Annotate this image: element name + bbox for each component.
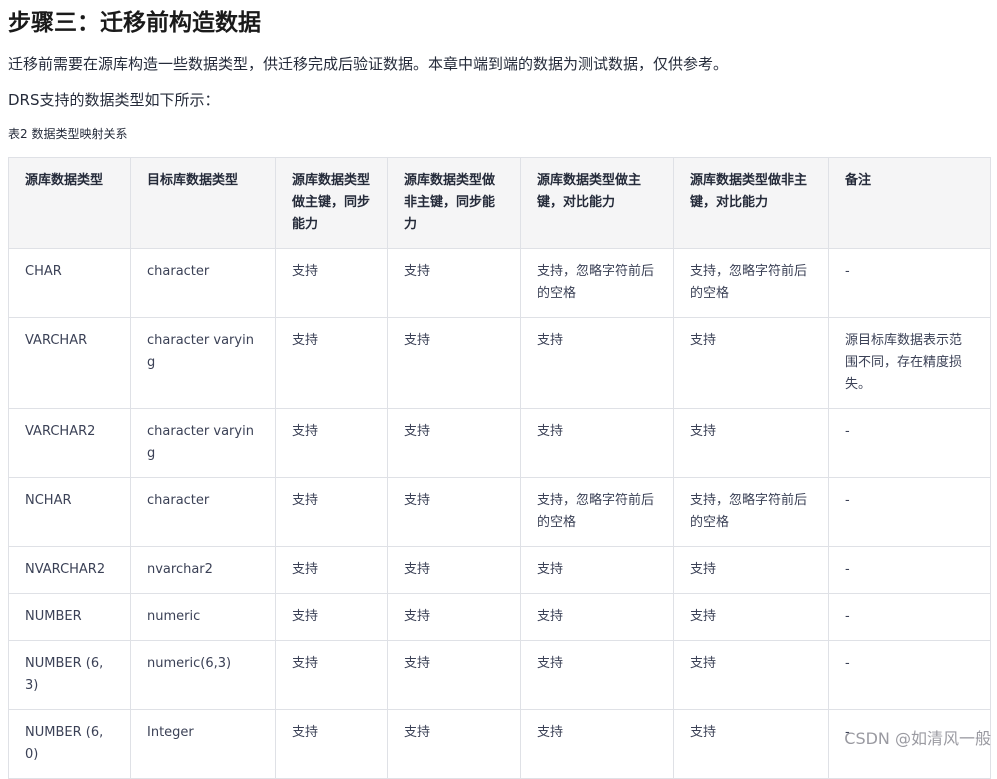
cell-pk-sync: 支持 bbox=[275, 408, 388, 478]
cell-nonpk-compare: 支持，忽略字符前后的空格 bbox=[673, 248, 829, 318]
cell-pk-compare: 支持 bbox=[520, 640, 674, 710]
table-row: CHAR character 支持 支持 支持，忽略字符前后的空格 支持，忽略字… bbox=[8, 248, 991, 318]
table-row: NCHAR character 支持 支持 支持，忽略字符前后的空格 支持，忽略… bbox=[8, 477, 991, 547]
header-source-type: 源库数据类型 bbox=[8, 157, 131, 249]
cell-remarks: - bbox=[828, 546, 991, 594]
cell-target-type: character bbox=[130, 248, 276, 318]
cell-nonpk-compare: 支持 bbox=[673, 546, 829, 594]
table-row: VARCHAR2 character varying 支持 支持 支持 支持 - bbox=[8, 408, 991, 478]
cell-source-type: NCHAR bbox=[8, 477, 131, 547]
header-nonpk-sync: 源库数据类型做非主键，同步能力 bbox=[387, 157, 521, 249]
cell-pk-compare: 支持 bbox=[520, 593, 674, 641]
header-remarks: 备注 bbox=[828, 157, 991, 249]
cell-nonpk-compare: 支持 bbox=[673, 408, 829, 478]
table-row: NUMBER (6,0) Integer 支持 支持 支持 支持 - bbox=[8, 709, 991, 779]
cell-target-type: numeric(6,3) bbox=[130, 640, 276, 710]
table-row: VARCHAR character varying 支持 支持 支持 支持 源目… bbox=[8, 317, 991, 409]
cell-target-type: character varying bbox=[130, 408, 276, 478]
cell-nonpk-compare: 支持 bbox=[673, 317, 829, 409]
cell-nonpk-sync: 支持 bbox=[387, 317, 521, 409]
cell-remarks: 源目标库数据表示范围不同，存在精度损失。 bbox=[828, 317, 991, 409]
table-row: NVARCHAR2 nvarchar2 支持 支持 支持 支持 - bbox=[8, 546, 991, 594]
table-header-row: 源库数据类型 目标库数据类型 源库数据类型做主键，同步能力 源库数据类型做非主键… bbox=[8, 157, 991, 249]
cell-nonpk-compare: 支持 bbox=[673, 593, 829, 641]
table-row: NUMBER numeric 支持 支持 支持 支持 - bbox=[8, 593, 991, 641]
cell-nonpk-compare: 支持，忽略字符前后的空格 bbox=[673, 477, 829, 547]
cell-source-type: VARCHAR bbox=[8, 317, 131, 409]
cell-nonpk-sync: 支持 bbox=[387, 709, 521, 779]
cell-nonpk-compare: 支持 bbox=[673, 640, 829, 710]
cell-nonpk-sync: 支持 bbox=[387, 593, 521, 641]
table-caption: 表2 数据类型映射关系 bbox=[8, 127, 128, 141]
page-title: 步骤三：迁移前构造数据 bbox=[8, 10, 261, 36]
cell-pk-compare: 支持 bbox=[520, 546, 674, 594]
cell-target-type: character varying bbox=[130, 317, 276, 409]
cell-pk-sync: 支持 bbox=[275, 709, 388, 779]
cell-nonpk-compare: 支持 bbox=[673, 709, 829, 779]
cell-target-type: nvarchar2 bbox=[130, 546, 276, 594]
header-pk-compare: 源库数据类型做主键，对比能力 bbox=[520, 157, 674, 249]
cell-pk-sync: 支持 bbox=[275, 248, 388, 318]
cell-nonpk-sync: 支持 bbox=[387, 640, 521, 710]
cell-remarks: - bbox=[828, 640, 991, 710]
cell-remarks: - bbox=[828, 408, 991, 478]
header-pk-sync: 源库数据类型做主键，同步能力 bbox=[275, 157, 388, 249]
table-row: NUMBER (6,3) numeric(6,3) 支持 支持 支持 支持 - bbox=[8, 640, 991, 710]
cell-nonpk-sync: 支持 bbox=[387, 477, 521, 547]
cell-target-type: character bbox=[130, 477, 276, 547]
cell-remarks: - bbox=[828, 248, 991, 318]
cell-pk-compare: 支持 bbox=[520, 317, 674, 409]
cell-target-type: Integer bbox=[130, 709, 276, 779]
cell-remarks: - bbox=[828, 477, 991, 547]
data-type-mapping-table: 源库数据类型 目标库数据类型 源库数据类型做主键，同步能力 源库数据类型做非主键… bbox=[8, 157, 991, 779]
cell-pk-sync: 支持 bbox=[275, 546, 388, 594]
cell-source-type: NUMBER (6,0) bbox=[8, 709, 131, 779]
cell-remarks: - bbox=[828, 593, 991, 641]
header-nonpk-compare: 源库数据类型做非主键，对比能力 bbox=[673, 157, 829, 249]
cell-nonpk-sync: 支持 bbox=[387, 248, 521, 318]
cell-source-type: NUMBER (6,3) bbox=[8, 640, 131, 710]
intro-paragraph: 迁移前需要在源库构造一些数据类型，供迁移完成后验证数据。本章中端到端的数据为测试… bbox=[8, 55, 729, 73]
watermark: CSDN @如清风一般 bbox=[844, 729, 991, 748]
cell-pk-sync: 支持 bbox=[275, 593, 388, 641]
header-target-type: 目标库数据类型 bbox=[130, 157, 276, 249]
cell-source-type: CHAR bbox=[8, 248, 131, 318]
cell-nonpk-sync: 支持 bbox=[387, 546, 521, 594]
cell-source-type: NUMBER bbox=[8, 593, 131, 641]
cell-pk-compare: 支持 bbox=[520, 408, 674, 478]
cell-pk-compare: 支持，忽略字符前后的空格 bbox=[520, 477, 674, 547]
cell-pk-sync: 支持 bbox=[275, 477, 388, 547]
cell-source-type: VARCHAR2 bbox=[8, 408, 131, 478]
cell-nonpk-sync: 支持 bbox=[387, 408, 521, 478]
support-paragraph: DRS支持的数据类型如下所示： bbox=[8, 91, 220, 109]
cell-pk-sync: 支持 bbox=[275, 640, 388, 710]
cell-target-type: numeric bbox=[130, 593, 276, 641]
cell-pk-sync: 支持 bbox=[275, 317, 388, 409]
cell-pk-compare: 支持 bbox=[520, 709, 674, 779]
cell-source-type: NVARCHAR2 bbox=[8, 546, 131, 594]
cell-pk-compare: 支持，忽略字符前后的空格 bbox=[520, 248, 674, 318]
